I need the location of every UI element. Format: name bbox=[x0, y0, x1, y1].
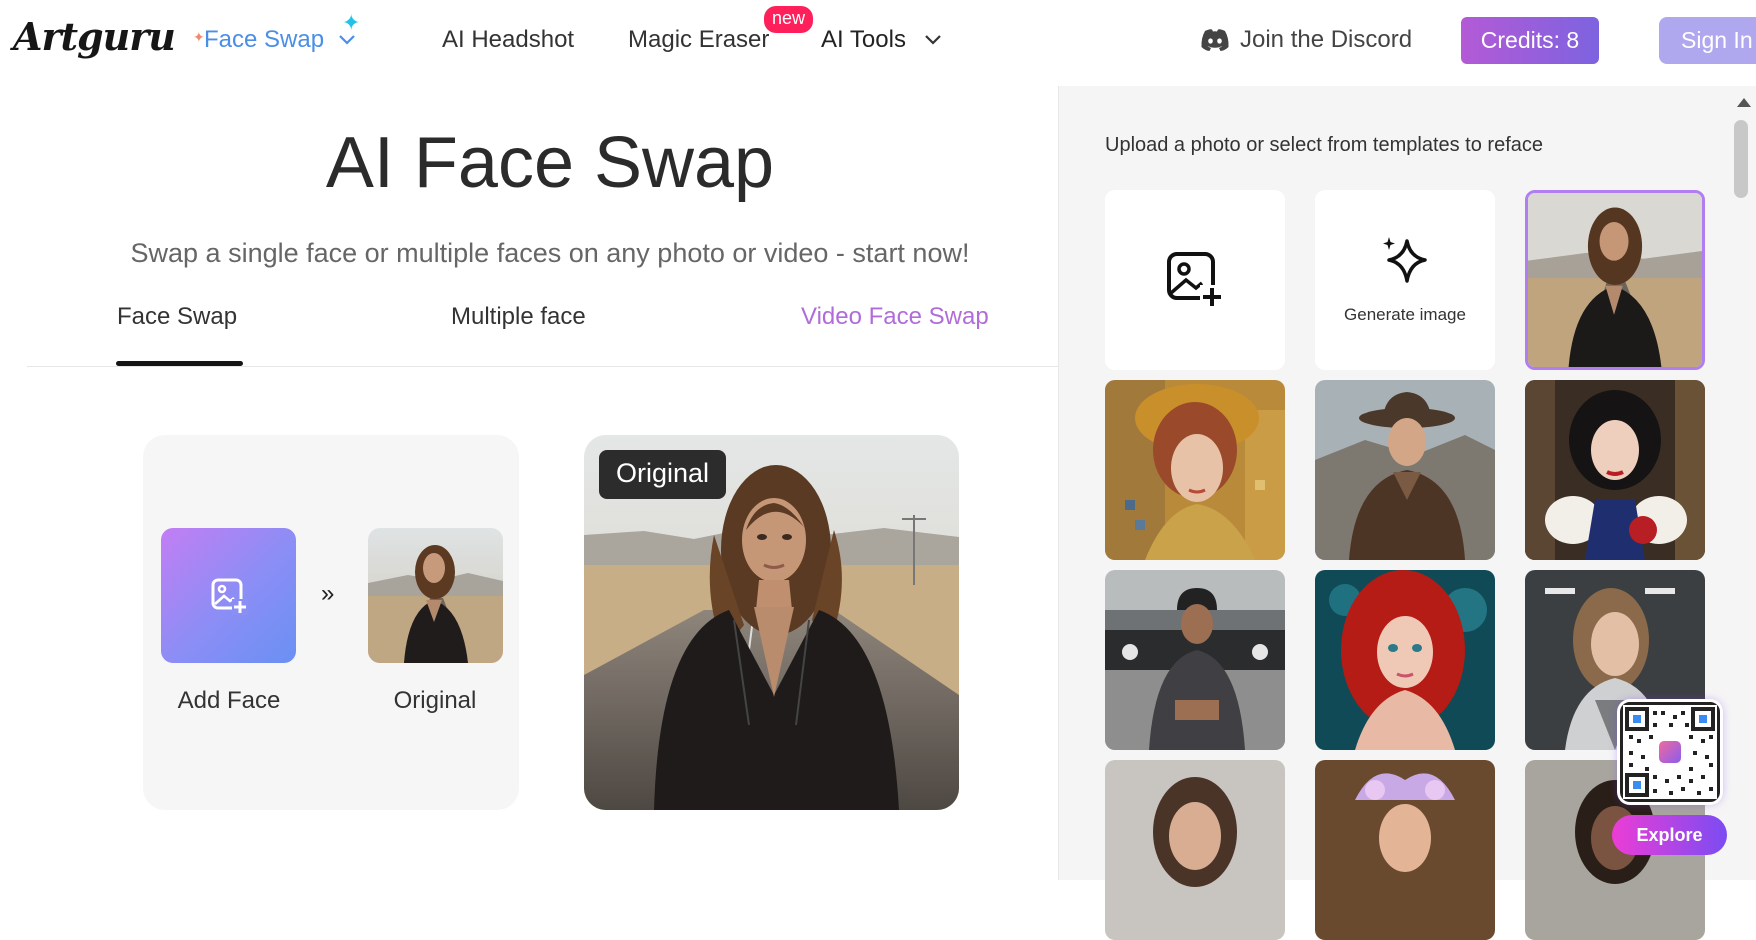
nav-face-swap[interactable]: ✦ Face Swap ✦ bbox=[193, 10, 360, 54]
nav-ai-tools-label: AI Tools bbox=[821, 26, 906, 53]
panel-instruction: Upload a photo or select from templates … bbox=[1105, 134, 1544, 156]
upload-photo-tile[interactable] bbox=[1105, 190, 1285, 370]
tab-face-swap[interactable]: Face Swap bbox=[117, 303, 237, 331]
nav-face-swap-label: Face Swap bbox=[204, 26, 325, 53]
tab-multiple-face[interactable]: Multiple face bbox=[451, 303, 586, 331]
scroll-thumb[interactable] bbox=[1734, 120, 1748, 198]
add-face-label: Add Face bbox=[177, 687, 281, 714]
tab-video-face-swap[interactable]: Video Face Swap bbox=[801, 303, 989, 331]
nav-ai-tools[interactable]: AI Tools bbox=[821, 26, 942, 54]
sign-in-button[interactable]: Sign In bbox=[1659, 17, 1756, 64]
page-title: AI Face Swap bbox=[325, 123, 775, 203]
mode-tabs: Face Swap Multiple face Video Face Swap bbox=[27, 295, 1059, 367]
add-image-icon bbox=[1167, 252, 1224, 309]
sparkles-icon bbox=[1383, 237, 1427, 283]
top-nav-bar: Artguru ✦ Face Swap ✦ AI Headshot Magic … bbox=[0, 0, 1756, 86]
new-badge: new bbox=[764, 6, 814, 33]
generate-image-tile[interactable]: Generate image bbox=[1315, 190, 1495, 370]
chevron-down-icon bbox=[924, 34, 942, 46]
template-tile-selected[interactable] bbox=[1525, 190, 1705, 370]
original-label: Original bbox=[393, 687, 477, 714]
page-subtitle: Swap a single face or multiple faces on … bbox=[130, 238, 970, 268]
template-tile[interactable] bbox=[1315, 760, 1495, 940]
scroll-up-arrow-icon[interactable] bbox=[1737, 98, 1751, 107]
discord-icon bbox=[1201, 29, 1229, 51]
active-tab-indicator bbox=[116, 361, 243, 366]
original-thumbnail[interactable] bbox=[368, 528, 503, 663]
face-swap-input-card: » Add Face Original bbox=[143, 435, 519, 810]
template-tile[interactable] bbox=[1105, 760, 1285, 940]
template-tile[interactable] bbox=[1315, 570, 1495, 750]
artguru-logo[interactable]: Artguru bbox=[13, 14, 176, 59]
nav-ai-headshot[interactable]: AI Headshot bbox=[442, 26, 574, 54]
template-tile[interactable] bbox=[1105, 380, 1285, 560]
nav-magic-eraser[interactable]: Magic Eraser bbox=[628, 26, 769, 54]
sparkle-star-icon: ✦ bbox=[342, 10, 361, 35]
scrollbar[interactable] bbox=[1729, 86, 1756, 880]
preview-image: Original bbox=[584, 435, 959, 810]
join-discord-link[interactable]: Join the Discord bbox=[1200, 26, 1412, 54]
add-face-button[interactable] bbox=[161, 528, 296, 663]
template-tile[interactable] bbox=[1525, 380, 1705, 560]
generate-image-label: Generate image bbox=[1344, 305, 1466, 324]
double-chevron-right-icon: » bbox=[321, 580, 335, 607]
explore-button[interactable]: Explore bbox=[1612, 815, 1727, 855]
template-tile[interactable] bbox=[1315, 380, 1495, 560]
credits-button[interactable]: Credits: 8 bbox=[1461, 17, 1599, 64]
template-tile[interactable] bbox=[1105, 570, 1285, 750]
add-image-icon bbox=[211, 578, 248, 615]
original-badge: Original bbox=[599, 450, 727, 499]
sparkle-icon: ✦ bbox=[193, 29, 205, 45]
join-discord-label: Join the Discord bbox=[1240, 26, 1413, 53]
qr-code bbox=[1620, 702, 1720, 802]
